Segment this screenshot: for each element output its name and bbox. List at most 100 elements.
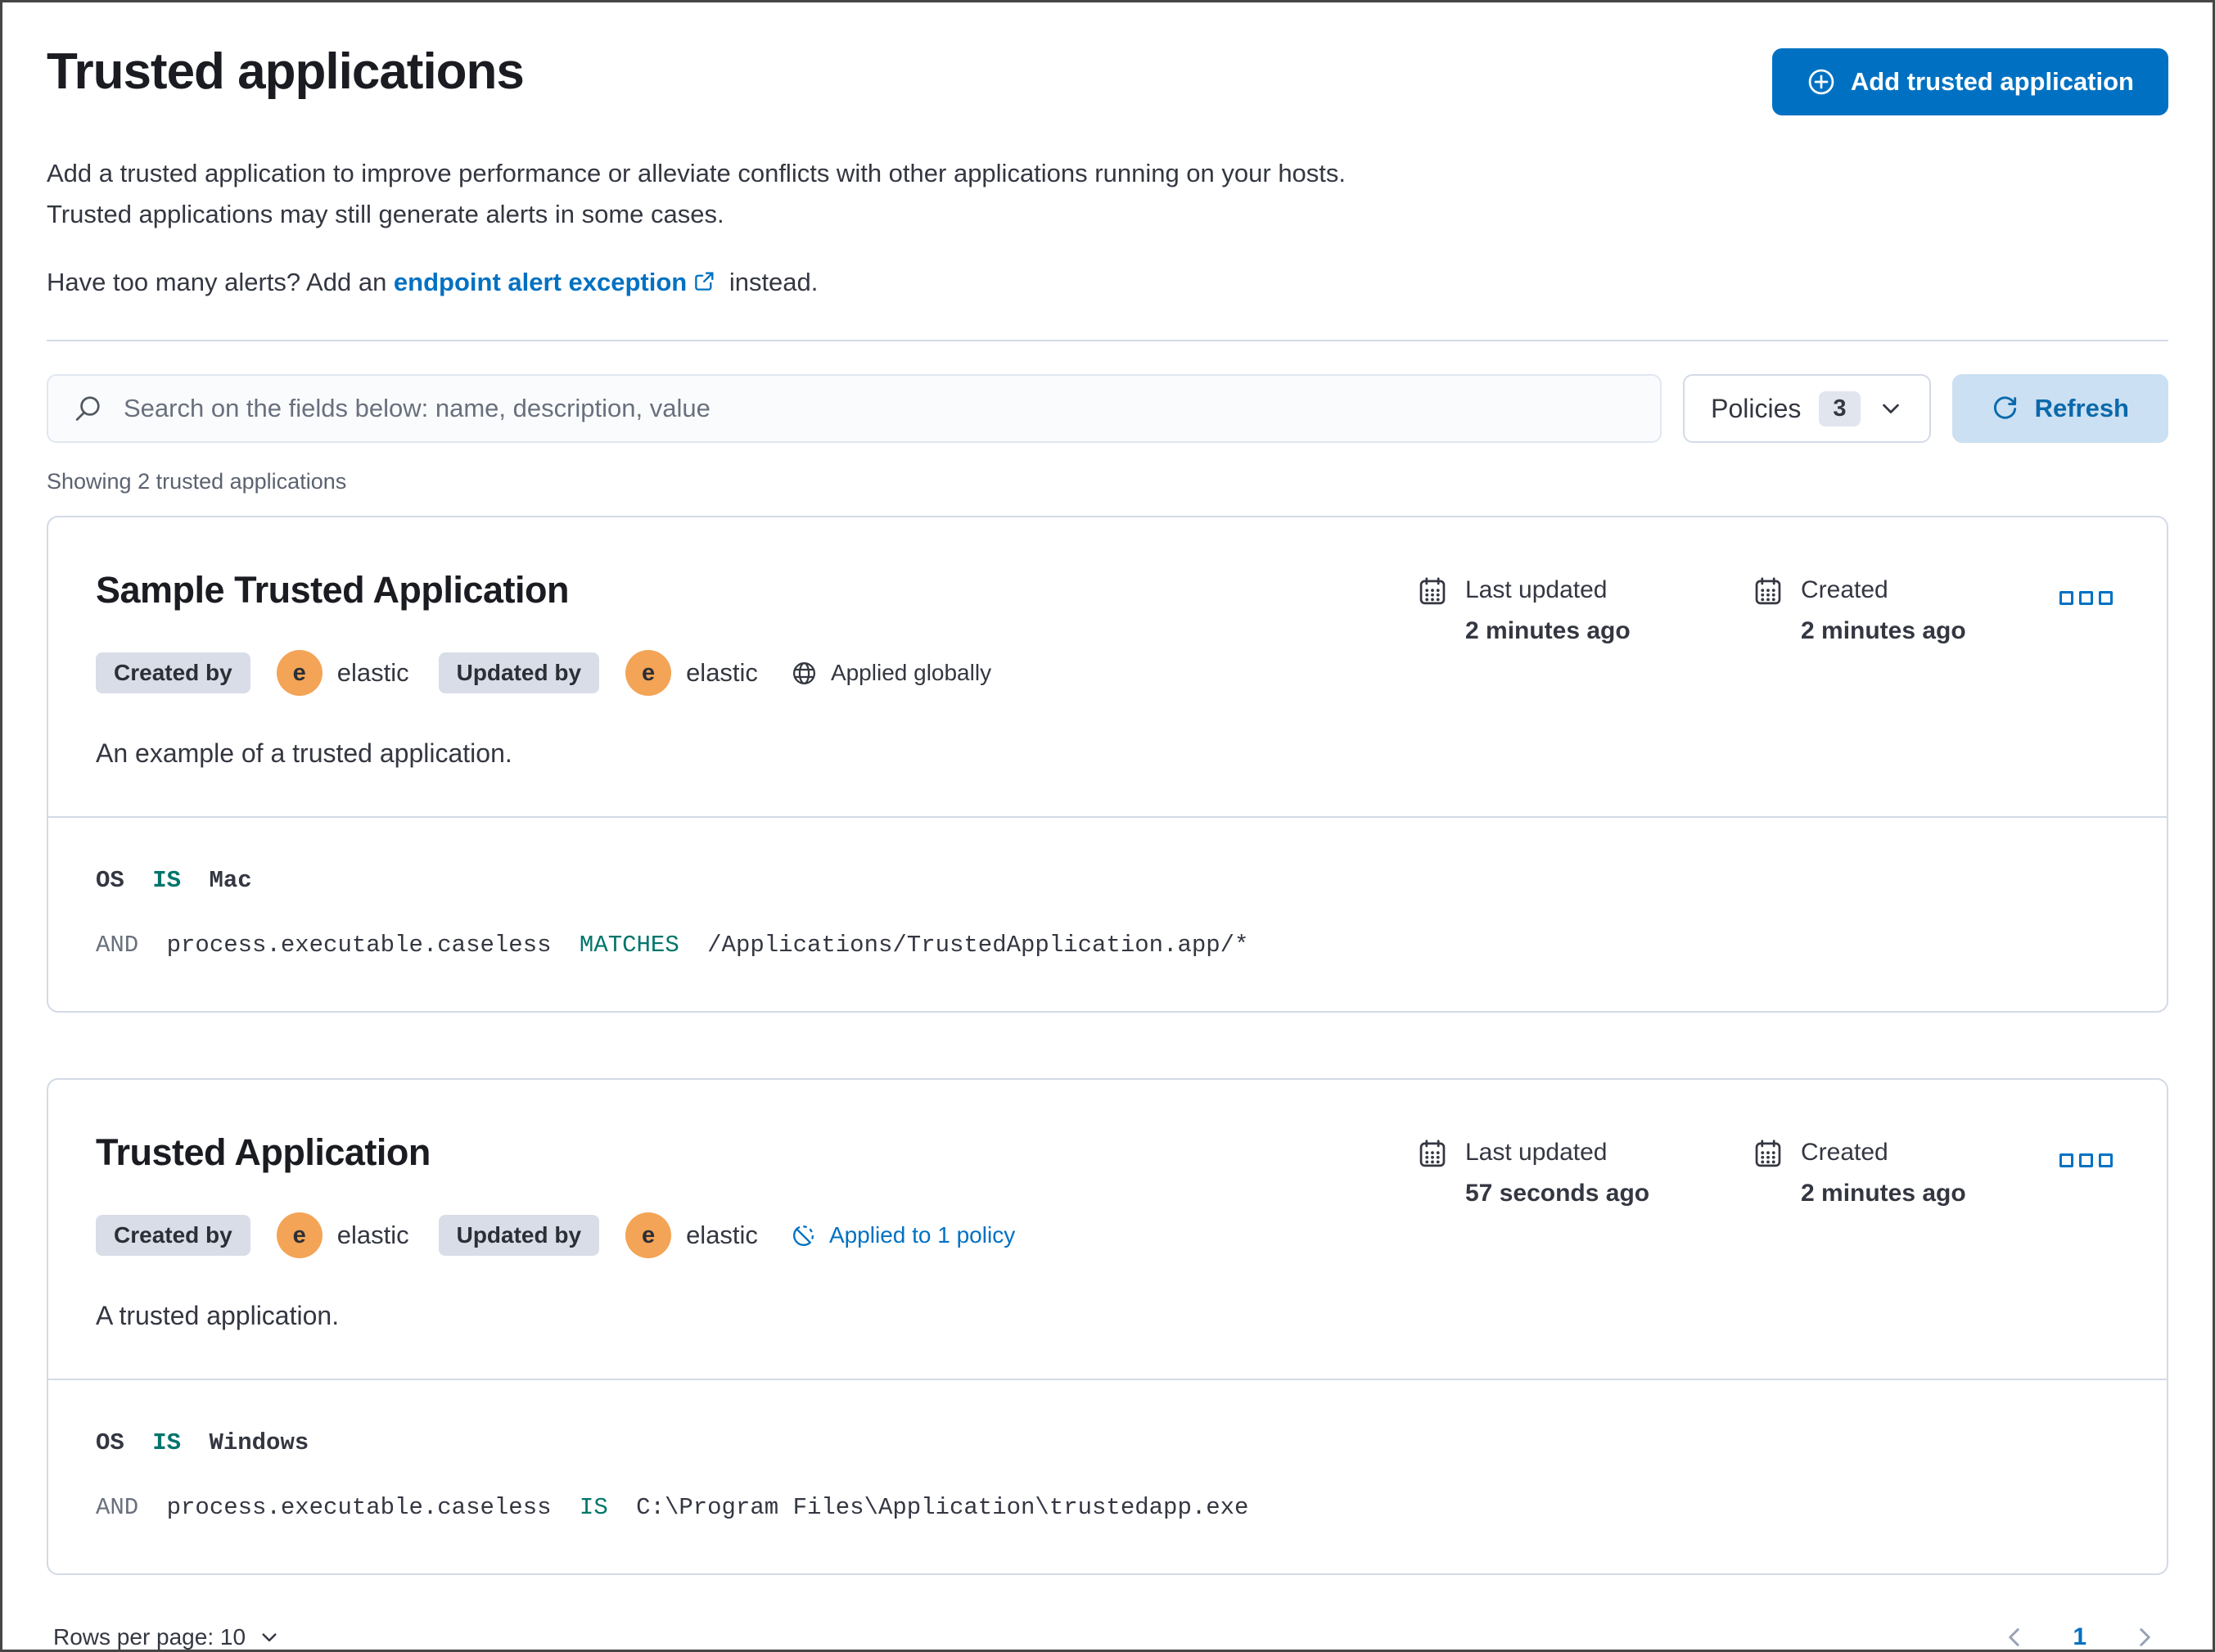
calendar-icon xyxy=(1753,1137,1783,1207)
pagination-prev-button[interactable] xyxy=(1997,1620,2032,1650)
pagination-next-button[interactable] xyxy=(2127,1620,2162,1650)
condition-value: Windows xyxy=(209,1429,309,1456)
card-conditions: OS IS Mac AND process.executable.caseles… xyxy=(48,816,2167,1011)
card-title: Trusted Application xyxy=(96,1131,431,1173)
created-by-badge: Created by xyxy=(96,652,250,693)
header-divider xyxy=(47,340,2168,341)
updated-by-badge: Updated by xyxy=(438,652,600,693)
last-updated-block: Last updated 57 seconds ago xyxy=(1418,1137,1714,1207)
updated-by-user: elastic xyxy=(686,658,758,687)
page-header: Trusted applications Add trusted applica… xyxy=(47,38,2168,115)
created-text: Created 2 minutes ago xyxy=(1801,1137,1966,1207)
condition-process-line: AND process.executable.caseless MATCHES … xyxy=(96,932,2119,959)
card-conditions: OS IS Windows AND process.executable.cas… xyxy=(48,1379,2167,1573)
updated-by-user: elastic xyxy=(686,1221,758,1249)
condition-os-line: OS IS Mac xyxy=(96,867,2119,894)
calendar-icon xyxy=(1418,1137,1447,1207)
partial-icon xyxy=(791,1223,816,1248)
applied-globally-label: Applied globally xyxy=(830,660,992,685)
last-updated-label: Last updated xyxy=(1465,1139,1608,1166)
condition-operator: IS xyxy=(579,1494,608,1521)
rows-per-page-label: Rows per page: 10 xyxy=(53,1624,246,1650)
policies-label: Policies xyxy=(1711,393,1802,423)
refresh-label: Refresh xyxy=(2034,394,2129,422)
card-actions-menu-button[interactable] xyxy=(2053,585,2119,612)
created-label: Created xyxy=(1801,576,1888,603)
card-description: A trusted application. xyxy=(96,1301,340,1330)
created-by-avatar: e xyxy=(276,1212,323,1258)
boxes-horizontal-icon xyxy=(2059,1153,2073,1167)
search-box[interactable] xyxy=(47,374,1662,443)
created-block: Created 2 minutes ago xyxy=(1753,1137,2023,1207)
condition-process-line: AND process.executable.caseless IS C:\Pr… xyxy=(96,1494,2119,1521)
condition-field: OS xyxy=(96,1429,124,1456)
card-badges-row: Created by e elastic Updated by e elasti… xyxy=(96,650,1418,696)
condition-operator: IS xyxy=(152,867,182,894)
chevron-right-icon xyxy=(2132,1625,2157,1650)
results-count: Showing 2 trusted applications xyxy=(47,469,347,494)
created-value: 2 minutes ago xyxy=(1801,1180,1966,1207)
boxes-horizontal-icon xyxy=(2099,1153,2113,1167)
page-number-button[interactable]: 1 xyxy=(2069,1620,2090,1650)
condition-conjunction: AND xyxy=(96,932,139,959)
condition-field: OS xyxy=(96,867,124,894)
condition-value: Mac xyxy=(209,867,252,894)
search-input[interactable] xyxy=(122,393,1636,424)
external-link-icon xyxy=(693,266,715,302)
plus-in-circle-icon xyxy=(1807,67,1836,97)
card-header: Trusted Application Created by e elastic… xyxy=(48,1080,2167,1258)
condition-operator: MATCHES xyxy=(579,932,679,959)
condition-field: process.executable.caseless xyxy=(166,932,552,959)
created-label: Created xyxy=(1801,1139,1888,1166)
chevron-left-icon xyxy=(2002,1625,2027,1650)
policies-dropdown-button[interactable]: Policies 3 xyxy=(1683,374,1931,443)
created-by-badge: Created by xyxy=(96,1215,250,1256)
card-main: Sample Trusted Application Created by e … xyxy=(96,568,1418,696)
applied-globally: Applied globally xyxy=(791,660,991,687)
created-by-user: elastic xyxy=(336,658,409,687)
trusted-app-card-sample: Sample Trusted Application Created by e … xyxy=(47,516,2168,1013)
add-trusted-application-button[interactable]: Add trusted application xyxy=(1771,48,2168,115)
last-updated-text: Last updated 2 minutes ago xyxy=(1465,575,1631,645)
created-by-avatar: e xyxy=(276,650,323,696)
card-meta: Last updated 57 seconds ago Created 2 mi… xyxy=(1418,1131,2119,1207)
trusted-applications-page: Trusted applications Add trusted applica… xyxy=(0,0,2215,1652)
card-actions-menu-button[interactable] xyxy=(2053,1147,2119,1174)
card-header: Sample Trusted Application Created by e … xyxy=(48,517,2167,696)
trusted-app-card-trusted: Trusted Application Created by e elastic… xyxy=(47,1078,2168,1575)
last-updated-value: 2 minutes ago xyxy=(1465,617,1631,644)
updated-by-avatar: e xyxy=(625,1212,672,1258)
last-updated-label: Last updated xyxy=(1465,576,1608,603)
refresh-button[interactable]: Refresh xyxy=(1951,374,2168,443)
created-by-user: elastic xyxy=(336,1221,409,1249)
condition-field: process.executable.caseless xyxy=(166,1494,552,1521)
updated-by-badge: Updated by xyxy=(438,1215,600,1256)
last-updated-block: Last updated 2 minutes ago xyxy=(1418,575,1714,645)
card-title: Sample Trusted Application xyxy=(96,569,569,611)
endpoint-alert-exception-link[interactable]: endpoint alert exception xyxy=(394,268,687,296)
applied-policy-label: Applied to 1 policy xyxy=(828,1222,1016,1248)
created-text: Created 2 minutes ago xyxy=(1801,575,1966,645)
chevron-down-icon xyxy=(259,1627,280,1648)
chevron-down-icon xyxy=(1879,396,1903,421)
card-main: Trusted Application Created by e elastic… xyxy=(96,1131,1418,1258)
controls-row: Policies 3 Refresh xyxy=(47,374,2168,443)
card-description: An example of a trusted application. xyxy=(96,738,512,768)
calendar-icon xyxy=(1753,575,1783,645)
condition-conjunction: AND xyxy=(96,1494,139,1521)
boxes-horizontal-icon xyxy=(2079,591,2093,605)
applied-policy-link[interactable]: Applied to 1 policy xyxy=(791,1222,1015,1248)
alerts-question-suffix: instead. xyxy=(722,268,819,296)
condition-os-line: OS IS Windows xyxy=(96,1429,2119,1456)
pagination: 1 xyxy=(1997,1620,2162,1650)
add-trusted-application-label: Add trusted application xyxy=(1850,67,2134,96)
boxes-horizontal-icon xyxy=(2059,591,2073,605)
card-meta: Last updated 2 minutes ago Created 2 min… xyxy=(1418,568,2119,645)
condition-operator: IS xyxy=(152,1429,182,1456)
globe-icon xyxy=(791,660,818,687)
intro-text: Add a trusted application to improve per… xyxy=(47,159,1347,228)
boxes-horizontal-icon xyxy=(2099,591,2113,605)
created-value: 2 minutes ago xyxy=(1801,617,1966,644)
rows-per-page-button[interactable]: Rows per page: 10 xyxy=(53,1616,280,1650)
table-footer: Rows per page: 10 1 xyxy=(47,1616,2168,1650)
